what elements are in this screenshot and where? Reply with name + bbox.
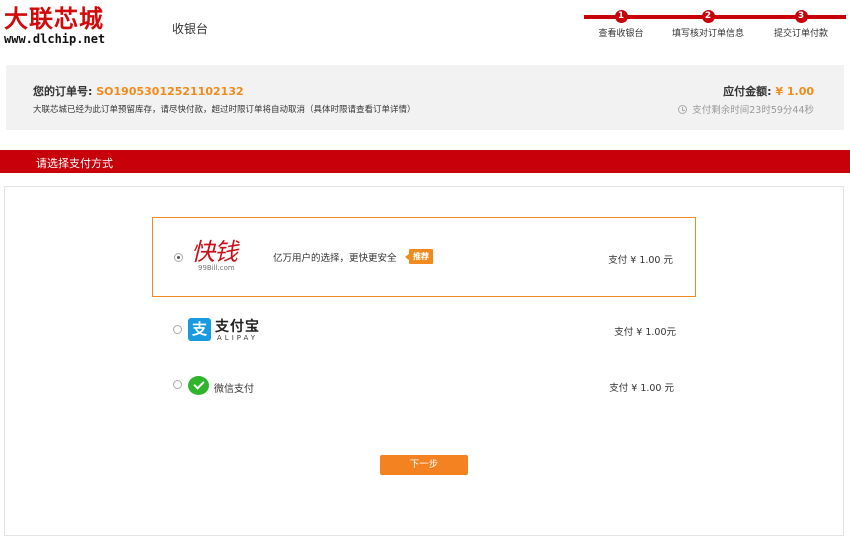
step-2-dot: 2: [701, 10, 715, 23]
99bill-logo: 快钱 99Bill.com: [191, 238, 255, 278]
step-2-label: 填写核对订单信息: [671, 29, 744, 39]
clock-icon: [678, 104, 688, 114]
order-number: 您的订单号: SO19053012521102132: [33, 83, 244, 99]
step-1-dot: 1: [614, 10, 628, 23]
step-3: 3 提交订单付款: [761, 10, 841, 39]
order-info-box: 您的订单号: SO19053012521102132 大联芯城已经为此订单预留库…: [6, 65, 844, 130]
order-note: 大联芯城已经为此订单预留库存，请尽快付款，超过时限订单将自动取消（具体时限请查看…: [33, 105, 416, 115]
logo-cn-text: 大联芯城: [4, 4, 104, 33]
payment-option-wechat[interactable]: 微信支付 支付 ¥ 1.00 元: [152, 368, 696, 404]
step-3-dot: 3: [794, 10, 808, 23]
recommend-badge: 推荐: [405, 249, 433, 264]
99bill-description: 亿万用户的选择，更快更安全: [273, 253, 397, 264]
order-number-label: 您的订单号:: [33, 85, 93, 98]
payment-option-alipay[interactable]: 支 支付宝 ALIPAY 支付 ¥ 1.00元: [152, 310, 696, 350]
amount-value: ¥ 1.00: [775, 85, 814, 98]
radio-alipay[interactable]: [173, 325, 182, 334]
amount-due: 应付金额: ¥ 1.00: [723, 83, 814, 99]
step-1-label: 查看收银台: [598, 29, 644, 39]
99bill-logo-sub: 99Bill.com: [198, 264, 235, 272]
section-bar: 请选择支付方式: [0, 150, 850, 173]
alipay-name: 支付宝: [215, 319, 260, 335]
logo-url-text: www.dlchip.net: [4, 32, 106, 46]
payment-timer: 支付剩余时间23时59分44秒: [678, 102, 814, 116]
timer-text: 支付剩余时间23时59分44秒: [692, 105, 814, 116]
wechat-price: 支付 ¥ 1.00 元: [609, 383, 674, 394]
progress-steps: 1 查看收银台 2 填写核对订单信息 3 提交订单付款: [584, 10, 846, 40]
radio-wechat[interactable]: [173, 380, 182, 389]
99bill-price: 支付 ¥ 1.00 元: [608, 255, 673, 266]
wechat-name: 微信支付: [214, 384, 254, 395]
99bill-logo-text: 快钱: [191, 238, 238, 266]
step-2: 2 填写核对订单信息: [668, 10, 748, 39]
alipay-price: 支付 ¥ 1.00元: [614, 327, 676, 338]
amount-label: 应付金额:: [723, 85, 772, 98]
step-1: 1 查看收银台: [581, 10, 661, 39]
alipay-sub: ALIPAY: [217, 334, 259, 342]
section-title: 请选择支付方式: [36, 157, 113, 170]
wechat-icon: [188, 376, 209, 395]
alipay-icon: 支: [188, 318, 211, 341]
site-logo[interactable]: 大联芯城 www.dlchip.net: [4, 6, 114, 48]
order-number-value: SO19053012521102132: [96, 85, 244, 98]
radio-99bill[interactable]: [174, 253, 183, 262]
payment-option-99bill[interactable]: 快钱 99Bill.com 亿万用户的选择，更快更安全 推荐 支付 ¥ 1.00…: [152, 217, 696, 297]
page-title: 收银台: [172, 22, 209, 36]
step-3-label: 提交订单付款: [773, 29, 828, 39]
next-step-button[interactable]: 下一步: [380, 455, 468, 475]
